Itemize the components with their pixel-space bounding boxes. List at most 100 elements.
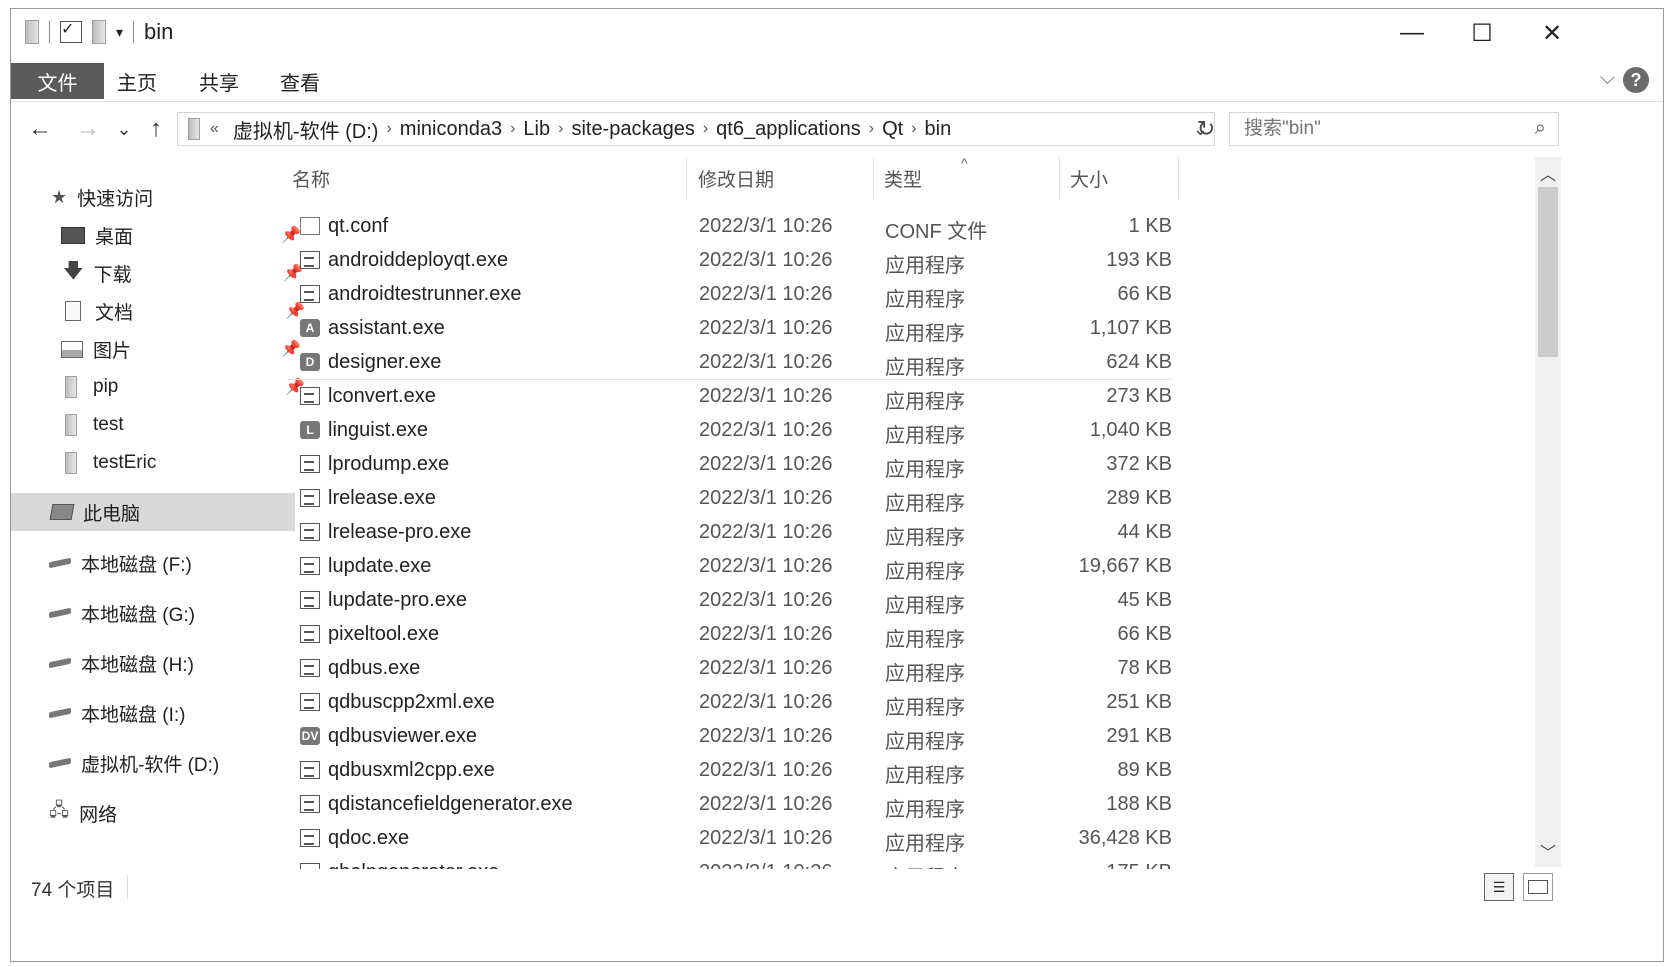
address-bar[interactable]: « 虚拟机-软件 (D:) › miniconda3 › Lib › site-… [177,112,1215,146]
file-type: 应用程序 [885,663,965,685]
minimize-button[interactable]: — [1377,9,1447,57]
file-row[interactable]: lrelease-pro.exe 2022/3/1 10:26 应用程序 44 KB [288,517,1172,551]
breadcrumb-separator-icon[interactable]: › [911,120,916,138]
file-row[interactable]: qt.conf 2022/3/1 10:26 CONF 文件 1 KB [288,211,1172,245]
breadcrumb-site-packages[interactable]: site-packages [571,118,694,141]
nav-network[interactable]: 🖧 网络 [11,795,293,831]
help-icon[interactable]: ? [1623,67,1649,93]
executable-icon [300,489,320,507]
forward-button[interactable]: → [71,112,105,146]
file-size: 372 KB [1106,453,1172,475]
properties-check-icon[interactable]: ✓ [60,21,82,43]
scroll-thumb[interactable] [1538,187,1558,357]
executable-icon [300,761,320,779]
file-row[interactable]: DV qdbusviewer.exe 2022/3/1 10:26 应用程序 291 K… [288,721,1172,755]
breadcrumb-separator-icon[interactable]: › [386,120,391,138]
file-name: lupdate-pro.exe [328,589,467,611]
file-row[interactable]: qdoc.exe 2022/3/1 10:26 应用程序 36,428 KB [288,823,1172,857]
file-row[interactable]: qdbusxml2cpp.exe 2022/3/1 10:26 应用程序 89 KB [288,755,1172,789]
nav-this-pc[interactable]: 此电脑 [11,493,295,531]
breadcrumb-separator-icon[interactable]: › [703,120,708,138]
folder-icon [65,376,77,398]
nav-drive-f[interactable]: 本地磁盘 (F:) [11,545,293,581]
file-row[interactable]: pixeltool.exe 2022/3/1 10:26 应用程序 66 KB [288,619,1172,653]
file-row[interactable]: lupdate.exe 2022/3/1 10:26 应用程序 19,667 KB [288,551,1172,585]
up-button[interactable]: ↑ [139,112,173,146]
search-input[interactable] [1242,117,1526,141]
breadcrumb-separator-icon[interactable]: › [869,120,874,138]
maximize-button[interactable]: ☐ [1447,9,1517,57]
search-box[interactable]: ⌕ [1229,112,1559,146]
file-row[interactable]: lrelease.exe 2022/3/1 10:26 应用程序 289 KB [288,483,1172,517]
nav-item-desktop[interactable]: 桌面 📌 [11,217,305,253]
back-button[interactable]: ← [23,112,57,146]
column-header-type[interactable]: 类型 [878,157,1060,199]
recent-locations-chevron-icon[interactable]: ⌄ [107,112,141,146]
folder-icon [65,452,77,474]
breadcrumb-lib[interactable]: Lib [523,118,550,141]
new-folder-icon[interactable] [92,20,106,44]
vertical-scrollbar[interactable]: ︿ ﹀ [1535,157,1561,867]
close-button[interactable]: ✕ [1517,9,1587,57]
file-row[interactable]: androiddeployqt.exe 2022/3/1 10:26 应用程序 193… [288,245,1172,279]
nav-drive-d[interactable]: 虚拟机-软件 (D:) [11,745,293,781]
nav-quick-access[interactable]: ★ 快速访问 [11,179,295,215]
file-row[interactable]: lprodump.exe 2022/3/1 10:26 应用程序 372 KB [288,449,1172,483]
tab-view[interactable]: 查看 [274,63,326,99]
navigation-pane: ★ 快速访问 桌面 📌 🡇 下载 📌 文档 📌 图片 📌 pip 📌 test … [11,157,305,867]
navigation-bar: ← → ⌄ ↑ « 虚拟机-软件 (D:) › miniconda3 › Lib… [11,104,1663,154]
executable-icon [300,795,320,813]
title-bar: ✓ ▾ bin — ☐ ✕ [11,9,1663,57]
breadcrumb-separator-icon[interactable]: › [510,120,515,138]
scroll-up-chevron-icon[interactable]: ︿ [1535,161,1561,185]
file-row[interactable]: qdbus.exe 2022/3/1 10:26 应用程序 78 KB [288,653,1172,687]
nav-drive-h[interactable]: 本地磁盘 (H:) [11,645,293,681]
search-icon[interactable]: ⌕ [1535,117,1546,140]
nav-item-documents[interactable]: 文档 📌 [11,293,309,329]
file-row[interactable]: Aassistant.exe 2022/3/1 10:26 应用程序 1,107 KB [288,313,1172,347]
address-overflow[interactable]: « [210,120,219,138]
file-row[interactable]: lupdate-pro.exe 2022/3/1 10:26 应用程序 45 KB [288,585,1172,619]
file-row[interactable]: androidtestrunner.exe 2022/3/1 10:26 应用程序 6… [288,279,1172,313]
nav-item-testeric[interactable]: testEric [11,445,309,481]
customize-toolbar-icon[interactable]: ▾ [116,24,123,41]
column-header-name[interactable]: 名称 [284,157,684,199]
breadcrumb-separator-icon[interactable]: › [558,120,563,138]
nav-item-downloads[interactable]: 🡇 下载 📌 [11,255,307,291]
breadcrumb-bin[interactable]: bin [925,118,952,141]
breadcrumb-miniconda3[interactable]: miniconda3 [400,118,502,141]
breadcrumb-drive-d[interactable]: 虚拟机-软件 (D:) [233,115,379,144]
file-date: 2022/3/1 10:26 [699,759,833,781]
nav-drive-i[interactable]: 本地磁盘 (I:) [11,695,293,731]
column-header-date[interactable]: 修改日期 [692,157,874,199]
file-row[interactable]: qdistancefieldgenerator.exe 2022/3/1 10:2… [288,789,1172,823]
file-date: 2022/3/1 10:26 [699,351,833,373]
tab-home[interactable]: 主页 [111,63,163,99]
large-icons-view-button[interactable] [1523,873,1553,901]
minimize-icon: — [1400,19,1424,46]
qt-app-icon: DV [300,727,320,745]
file-list: 名称 修改日期 ^ 类型 大小 qt.conf 2022/3/1 10:26 CON… [273,157,1543,869]
nav-item-pictures[interactable]: 图片 📌 [11,331,305,367]
column-header-size[interactable]: 大小 [1064,157,1180,199]
scroll-down-chevron-icon[interactable]: ﹀ [1535,839,1561,863]
drive-icon [49,707,71,719]
refresh-icon[interactable]: ↻ [1191,114,1221,144]
nav-item-pip[interactable]: pip 📌 [11,369,309,405]
nav-drive-g[interactable]: 本地磁盘 (G:) [11,595,293,631]
tab-file[interactable]: 文件 [11,63,104,99]
breadcrumb-qt[interactable]: Qt [882,118,903,141]
expand-ribbon-chevron-icon[interactable]: ⌵ [1600,67,1615,90]
breadcrumb-qt6-applications[interactable]: qt6_applications [716,118,861,141]
file-row[interactable]: lconvert.exe 2022/3/1 10:26 应用程序 273 KB [288,381,1172,415]
file-date: 2022/3/1 10:26 [699,385,833,407]
file-date: 2022/3/1 10:26 [699,249,833,271]
tab-share[interactable]: 共享 [193,63,245,99]
nav-item-test[interactable]: test [11,407,309,443]
details-view-button[interactable]: ☰ [1484,873,1514,901]
file-row[interactable]: qdbuscpp2xml.exe 2022/3/1 10:26 应用程序 251 KB [288,687,1172,721]
file-row[interactable]: Ddesigner.exe 2022/3/1 10:26 应用程序 624 KB [288,347,1172,381]
file-row[interactable]: Llinguist.exe 2022/3/1 10:26 应用程序 1,040 KB [288,415,1172,449]
executable-icon [300,591,320,609]
file-name: lrelease.exe [328,487,436,509]
